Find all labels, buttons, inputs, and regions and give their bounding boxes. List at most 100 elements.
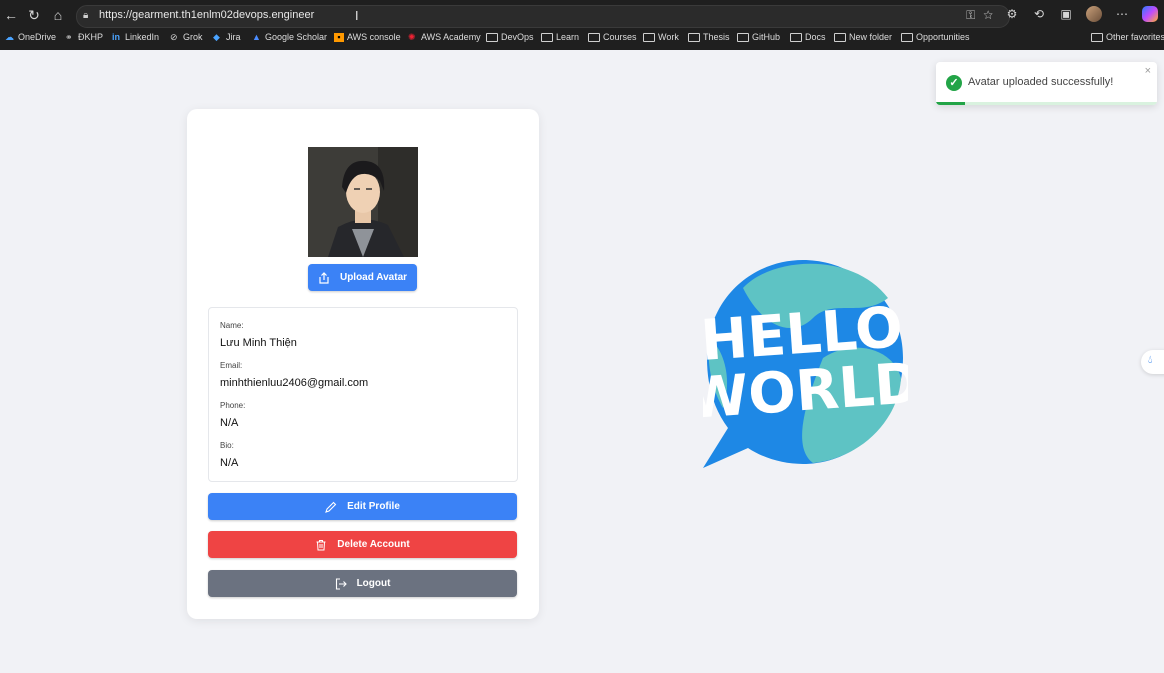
bookmark-folder-docs[interactable]: Docs [790,32,826,42]
bookmark-label: OneDrive [18,32,57,42]
bookmarks-bar: ☁ OneDrive ⚭ ĐKHP in LinkedIn ⊘ Grok ◆ Jira ▲… [0,31,1164,49]
phone-value: N/A [220,417,239,429]
browser-actions: ⚙ ⟲ ▣ ⋯ [1005,6,1158,22]
bio-value: N/A [220,457,239,469]
folder-icon [901,32,913,42]
phone-label: Phone: [220,401,246,410]
aws-academy-icon: ✺ [408,31,416,42]
speech-globe-graphic: HELLO WORLD [684,260,923,468]
bookmark-dkhp[interactable]: ⚭ ĐKHP [65,32,103,42]
bookmark-folder-opportunities[interactable]: Opportunities [901,32,970,42]
bookmark-folder-learn[interactable]: Learn [541,32,579,42]
bio-label: Bio: [220,441,234,450]
refresh-icon[interactable]: ↻ [25,6,43,24]
profile-card: Upload Avatar Name: Lưu Minh Thiện Email… [187,109,539,619]
browser-chrome: ← ↻ ⌂ 🔒︎ https://gearment.th1enlm02devop… [0,0,1164,50]
extensions-icon[interactable]: ⚙ [1005,7,1019,21]
success-toast: ✓ Avatar uploaded successfully! × [936,62,1157,105]
folder-icon [737,32,749,42]
linkedin-icon: in [112,31,120,42]
home-icon[interactable]: ⌂ [49,6,67,24]
address-url[interactable]: https://gearment.th1enlm02devops.enginee… [99,9,314,21]
logout-button[interactable]: Logout [208,570,517,597]
folder-icon [688,32,700,42]
bookmark-label: DevOps [501,32,534,42]
folder-icon [643,32,655,42]
folder-icon [834,32,846,42]
bookmark-onedrive[interactable]: ☁ OneDrive [5,32,56,42]
bookmark-grok[interactable]: ⊘ Grok [170,32,203,42]
bookmark-label: LinkedIn [125,32,160,42]
hello-world-illustration: HELLO WORLD [684,258,923,470]
grok-icon: ⊘ [170,31,178,42]
check-circle-icon: ✓ [946,75,962,91]
bookmark-linkedin[interactable]: in LinkedIn [112,32,159,42]
bookmark-label: AWS console [347,32,401,42]
lock-icon: 🔒︎ [83,10,89,21]
logout-label: Logout [356,578,391,589]
delete-account-button[interactable]: Delete Account [208,531,517,558]
email-label: Email: [220,361,243,370]
upload-avatar-label: Upload Avatar [339,272,408,283]
folder-icon [1091,32,1103,42]
trash-icon [316,539,326,550]
edit-profile-label: Edit Profile [347,501,400,512]
more-icon[interactable]: ⋯ [1115,7,1129,21]
profile-avatar-icon[interactable] [1086,6,1102,22]
copilot-icon[interactable] [1142,6,1158,22]
bookmark-folder-devops[interactable]: DevOps [486,32,534,42]
bookmark-folder-courses[interactable]: Courses [588,32,637,42]
name-label: Name: [220,321,244,330]
key-icon[interactable]: ⚿ [966,8,983,22]
toast-message: Avatar uploaded successfully! [968,76,1114,88]
folder-icon [486,32,498,42]
bookmark-label: Other favorites [1106,32,1164,42]
avatar-illustration [308,147,418,257]
bookmark-label: Google Scholar [265,32,328,42]
bookmark-jira[interactable]: ◆ Jira [213,32,241,42]
address-bar[interactable]: 🔒︎ https://gearment.th1enlm02devops.engi… [76,5,1010,28]
upload-avatar-button[interactable]: Upload Avatar [308,264,417,291]
bookmark-aws-academy[interactable]: ✺ AWS Academy [408,32,481,42]
folder-icon [588,32,600,42]
bookmark-label: Jira [226,32,241,42]
profile-info-box: Name: Lưu Minh Thiện Email: minhthienluu… [208,307,518,482]
logout-icon [335,577,347,590]
bookmark-other-favorites[interactable]: Other favorites [1091,32,1164,42]
history-icon[interactable]: ⟲ [1032,7,1046,21]
bookmark-folder-new-folder[interactable]: New folder [834,32,892,42]
favorite-star-icon[interactable]: ☆ [983,8,1001,22]
bookmark-google-scholar[interactable]: ▲ Google Scholar [252,32,327,42]
pencil-icon [325,501,337,513]
browser-toolbar: ← ↻ ⌂ 🔒︎ https://gearment.th1enlm02devop… [0,0,1164,31]
text-cursor-icon: Ⅰ [355,9,359,23]
bookmark-label: Grok [183,32,203,42]
bookmark-label: Docs [805,32,826,42]
aws-icon: ▪ [334,32,344,42]
cloud-icon: ☁ [5,31,14,42]
delete-account-label: Delete Account [337,539,410,550]
close-icon[interactable]: × [1145,65,1151,77]
jira-icon: ◆ [213,31,220,42]
bookmark-aws-console[interactable]: ▪ AWS console [334,32,401,42]
bookmark-label: Work [658,32,679,42]
folder-icon [790,32,802,42]
side-widget[interactable]: 💧︎ [1141,350,1164,374]
toast-progress-bar [936,102,965,105]
collections-icon[interactable]: ▣ [1059,7,1073,21]
scholar-icon: ▲ [252,31,261,42]
toast-progress-track [936,102,1157,105]
bookmark-label: New folder [849,32,893,42]
bookmark-folder-thesis[interactable]: Thesis [688,32,730,42]
folder-icon [541,32,553,42]
upload-icon [319,271,329,284]
edit-profile-button[interactable]: Edit Profile [208,493,517,520]
bookmark-folder-work[interactable]: Work [643,32,679,42]
address-actions: ⚿☆ [966,8,1001,23]
bookmark-label: ĐKHP [78,32,104,42]
back-icon[interactable]: ← [2,6,20,24]
bookmark-label: AWS Academy [421,32,481,42]
bookmark-folder-github[interactable]: GitHub [737,32,780,42]
email-value: minhthienluu2406@gmail.com [220,377,369,389]
name-value: Lưu Minh Thiện [220,337,297,349]
